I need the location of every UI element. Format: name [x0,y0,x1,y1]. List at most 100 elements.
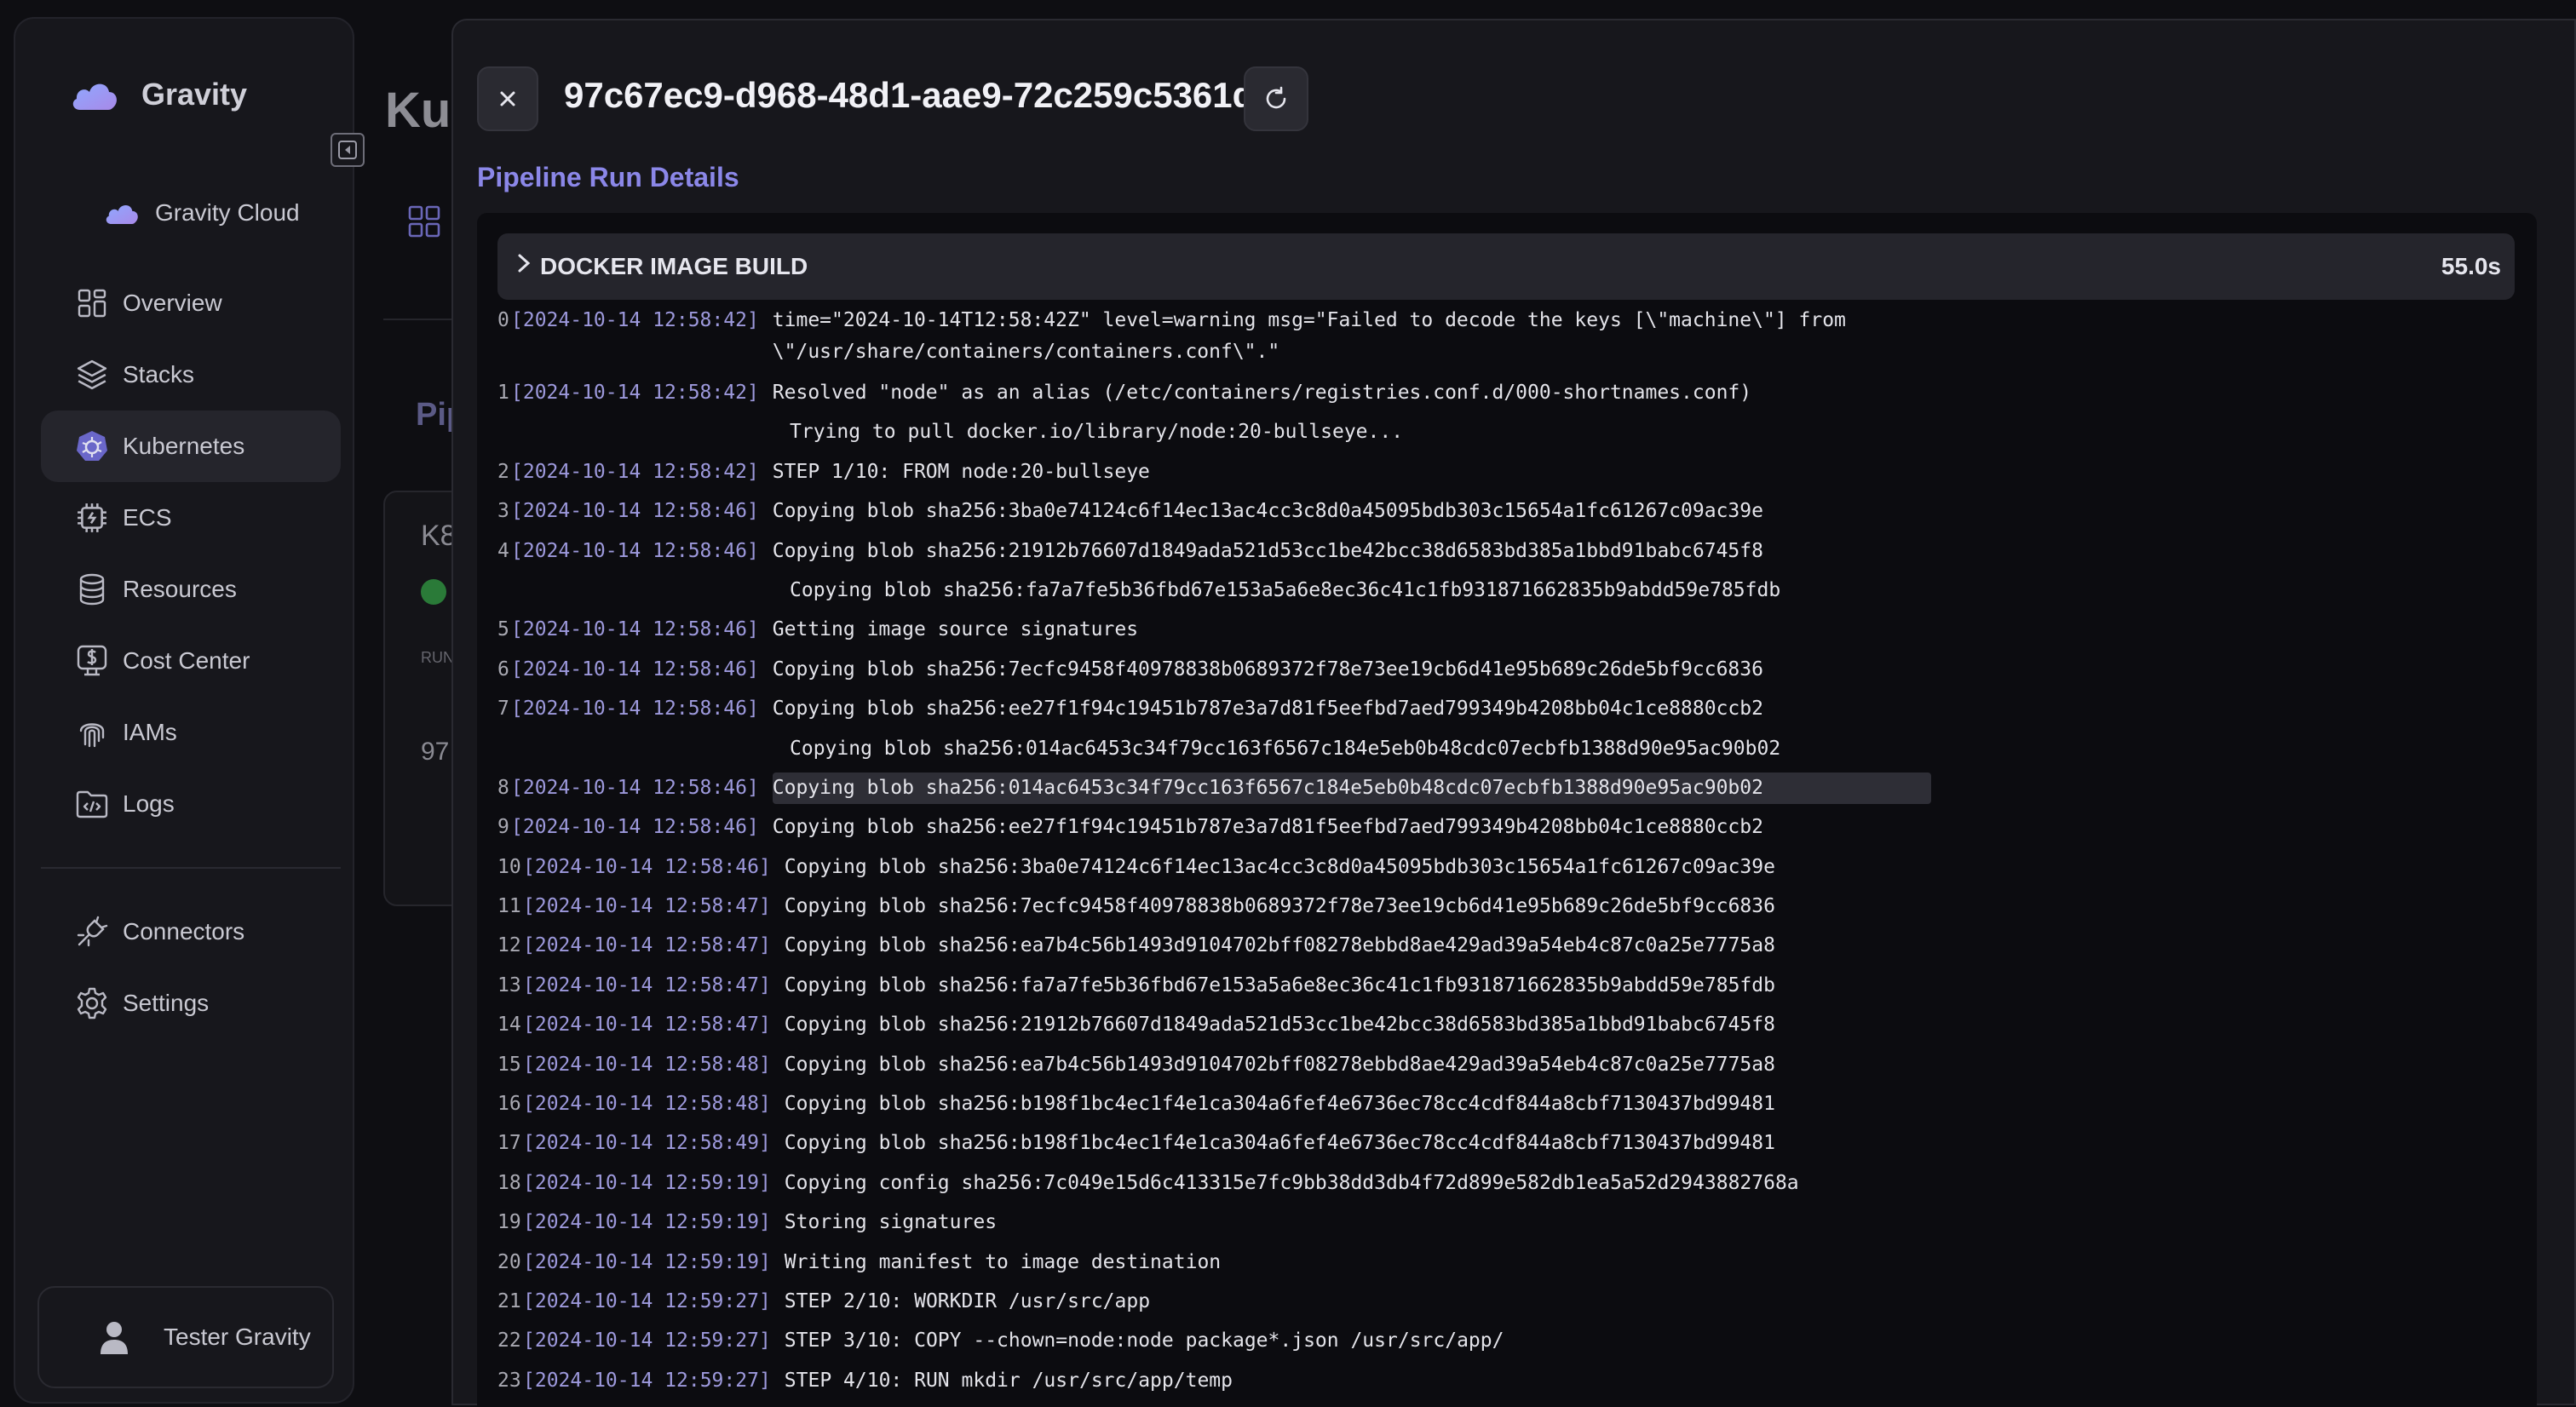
log-timestamp: [2024-10-14 12:58:47] [523,973,771,996]
brand[interactable]: Gravity [70,77,247,112]
user-menu[interactable]: Tester Gravity [37,1286,334,1388]
sidebar-item-overview[interactable]: Overview [41,267,341,339]
log-line-number: 15 [497,1053,521,1076]
sidebar-item-stacks[interactable]: Stacks [41,339,341,411]
log-timestamp: [2024-10-14 12:58:48] [523,1093,771,1116]
workspace-selector[interactable]: Gravity Cloud [104,199,300,227]
sidebar-item-settings[interactable]: Settings [41,968,341,1039]
log-message: Copying blob sha256:7ecfc9458f40978838b0… [784,895,1775,918]
log-line-number: 17 [497,1132,521,1155]
log-message: Getting image source signatures [772,618,1139,641]
log-line: 9 [2024-10-14 12:58:46] Copying blob sha25… [497,812,2525,851]
log-line: 19 [2024-10-14 12:59:19] Storing signature… [497,1207,2525,1246]
log-timestamp: [2024-10-14 12:58:42] [511,382,759,404]
log-line: 1 [2024-10-14 12:58:42] Resolved "node" as… [497,377,2525,416]
modal-title: 97c67ec9-d968-48d1-aae9-72c259c5361d [564,75,1255,115]
log-section-header[interactable]: DOCKER IMAGE BUILD 55.0s [497,233,2515,300]
gravity-logo-icon [72,83,117,110]
log-line-number: 23 [497,1369,521,1392]
log-timestamp: [2024-10-14 12:58:46] [511,539,759,562]
log-line-number: 14 [497,1014,521,1037]
log-line: 7 [2024-10-14 12:58:46] Copying blob sha25… [497,693,2525,732]
sidebar-item-label: Resources [123,576,237,602]
log-message: Storing signatures [784,1211,998,1234]
log-message: Copying blob sha256:fa7a7fe5b36fbd67e153… [790,578,1781,601]
chip-icon [75,501,109,535]
log-line: 16 [2024-10-14 12:58:48] Copying blob sha2… [497,1088,2525,1128]
background-page-title: Ku [385,83,451,138]
log-timestamp: [2024-10-14 12:59:27] [523,1329,771,1352]
log-timestamp: [2024-10-14 12:58:42] [511,309,759,331]
log-line: 15 [2024-10-14 12:58:48] Copying blob sha2… [497,1049,2525,1088]
log-line: 8 [2024-10-14 12:58:46] Copying blob sha25… [497,772,2525,812]
log-line-number: 6 [497,658,509,681]
log-line-number: 12 [497,934,521,957]
log-timestamp: [2024-10-14 12:58:46] [511,658,759,681]
log-line: 18 [2024-10-14 12:59:19] Copying config sh… [497,1168,2525,1207]
sidebar-item-label: Connectors [123,918,245,945]
sidebar-item-label: ECS [123,504,172,531]
sidebar: Gravity Gravity Cloud Overview Stacks Ku… [14,17,354,1404]
log-message: Copying config sha256:7c049e15d6c413315e… [784,1171,1799,1194]
log-line-number: 13 [497,973,521,996]
sidebar-item-iams[interactable]: IAMs [41,697,341,768]
log-timestamp: [2024-10-14 12:58:49] [523,1132,771,1155]
log-line: Trying to pull docker.io/library/node:20… [497,416,2525,456]
log-line: 5 [2024-10-14 12:58:46] Getting image sour… [497,614,2525,653]
log-timestamp: [2024-10-14 12:58:46] [511,816,759,839]
log-message: Copying blob sha256:fa7a7fe5b36fbd67e153… [784,973,1775,996]
log-timestamp: [2024-10-14 12:58:46] [511,776,759,799]
sidebar-item-resources[interactable]: Resources [41,554,341,625]
log-message: Copying blob sha256:21912b76607d1849ada5… [772,539,1763,562]
log-section-title: DOCKER IMAGE BUILD [540,253,808,279]
log-panel[interactable]: DOCKER IMAGE BUILD 55.0s 0 [2024-10-14 12… [477,213,2537,1407]
log-line: 12 [2024-10-14 12:58:47] Copying blob sha2… [497,930,2525,969]
refresh-button[interactable] [1244,66,1308,131]
user-avatar-icon [101,1322,128,1354]
database-icon [75,572,109,606]
log-line: 22 [2024-10-14 12:59:27] STEP 3/10: COPY -… [497,1325,2525,1364]
log-line-number: 11 [497,895,521,918]
collapse-left-icon [338,141,357,159]
sidebar-item-kubernetes[interactable]: Kubernetes [41,411,341,482]
log-line: 21 [2024-10-14 12:59:27] STEP 2/10: WORKDI… [497,1286,2525,1325]
log-line: 14 [2024-10-14 12:58:47] Copying blob sha2… [497,1009,2525,1048]
sidebar-item-ecs[interactable]: ECS [41,482,341,554]
log-line-number: 8 [497,776,509,799]
gear-icon [75,986,109,1020]
log-line: 3 [2024-10-14 12:58:46] Copying blob sha25… [497,496,2525,535]
close-button[interactable] [477,66,538,131]
log-timestamp: [2024-10-14 12:58:46] [511,500,759,523]
log-message: Copying blob sha256:ee27f1f94c19451b787e… [772,698,1763,721]
sidebar-item-connectors[interactable]: Connectors [41,896,341,968]
log-timestamp: [2024-10-14 12:59:27] [523,1369,771,1392]
log-timestamp: [2024-10-14 12:58:47] [523,895,771,918]
sidebar-item-logs[interactable]: Logs [41,768,341,840]
log-line: 11 [2024-10-14 12:58:47] Copying blob sha2… [497,891,2525,930]
refresh-icon [1266,86,1286,109]
log-line-number: 20 [497,1250,521,1273]
code-folder-icon [75,787,109,821]
log-line: 6 [2024-10-14 12:58:46] Copying blob sha25… [497,654,2525,693]
log-message: Copying blob sha256:014ac6453c34f79cc163… [772,772,1931,804]
collapse-sidebar-button[interactable] [331,133,365,167]
plug-icon [75,915,109,949]
grid-icon [407,204,441,243]
log-message: STEP 4/10: RUN mkdir /usr/src/app/temp [784,1369,1233,1392]
log-message: Copying blob sha256:ee27f1f94c19451b787e… [772,816,1763,839]
dollar-icon [75,644,109,678]
log-line-number: 19 [497,1211,521,1234]
sidebar-item-label: Kubernetes [123,433,245,459]
sidebar-item-label: Logs [123,790,175,817]
log-line-number: 0 [497,309,509,331]
log-line-number: 9 [497,816,509,839]
log-line-number: 4 [497,539,509,562]
log-message: STEP 3/10: COPY --chown=node:node packag… [784,1329,1504,1352]
fingerprint-icon [75,715,109,749]
primary-nav: Overview Stacks Kubernetes ECS Resources [41,267,341,840]
log-message: Writing manifest to image destination [784,1250,1222,1273]
sidebar-item-cost-center[interactable]: Cost Center [41,625,341,697]
log-message: Copying blob sha256:7ecfc9458f40978838b0… [772,658,1763,681]
log-message: STEP 2/10: WORKDIR /usr/src/app [784,1289,1151,1312]
log-line: 4 [2024-10-14 12:58:46] Copying blob sha25… [497,536,2525,575]
